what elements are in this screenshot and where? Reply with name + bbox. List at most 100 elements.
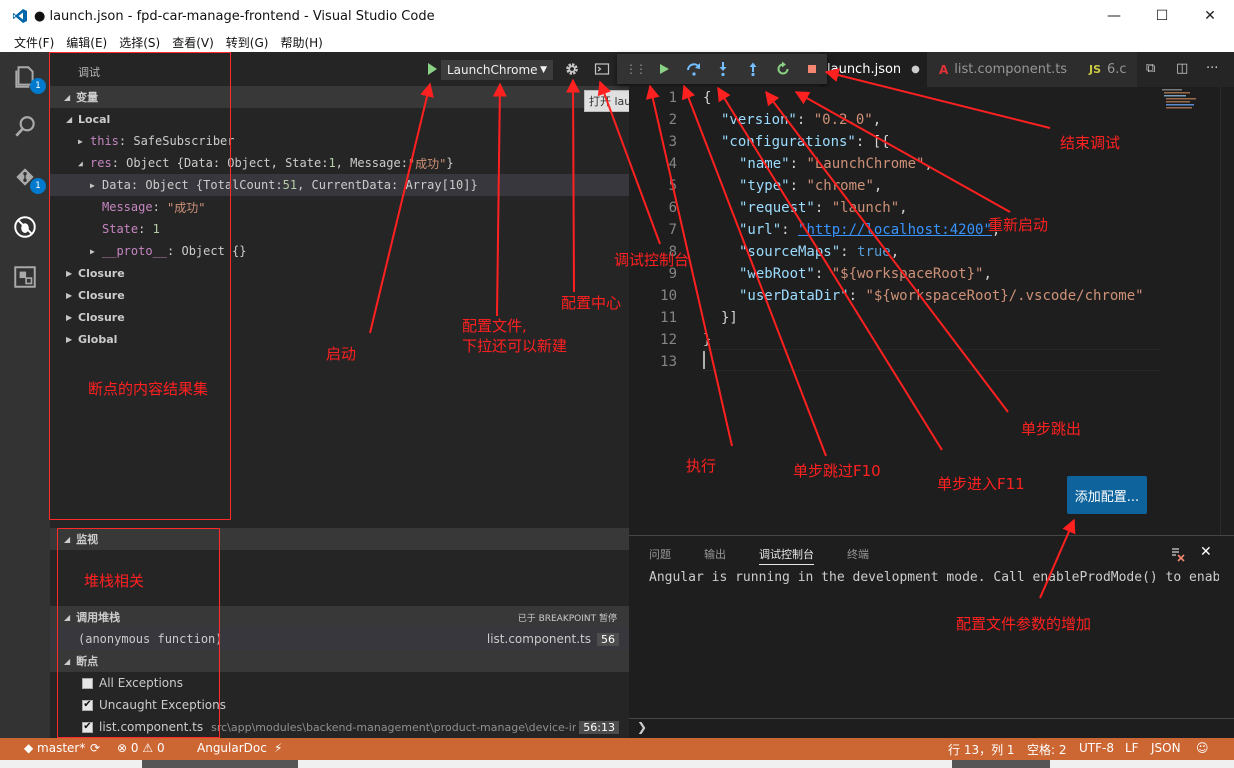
more-actions-icon[interactable]: ··· xyxy=(1206,61,1224,77)
error-icon: ⊗ xyxy=(117,741,128,755)
restart-button[interactable] xyxy=(768,54,798,84)
desktop-background xyxy=(0,760,1234,768)
menu-view[interactable]: 查看(V) xyxy=(166,34,220,51)
code-line: 13 xyxy=(660,354,677,370)
activity-git[interactable]: 1 xyxy=(0,152,50,202)
activity-explorer[interactable]: 1 xyxy=(0,52,50,102)
clear-console-icon[interactable] xyxy=(1170,546,1186,562)
breakpoint-position: 56:13 xyxy=(579,720,619,734)
feedback-smiley-icon[interactable]: ☺ xyxy=(1196,741,1209,755)
annotation-config-file-2: 下拉还可以新建 xyxy=(462,337,568,355)
javascript-icon: JS xyxy=(1089,63,1102,76)
maximize-button[interactable]: ☐ xyxy=(1138,0,1186,32)
debug-icon xyxy=(14,216,36,238)
bottom-panel: 问题 输出 调试控制台 终端 ✕ Angular is running in t… xyxy=(629,535,1234,738)
add-configuration-button[interactable]: 添加配置... xyxy=(1067,476,1147,514)
menu-bar: 文件(F) 编辑(E) 选择(S) 查看(V) 转到(G) 帮助(H) xyxy=(0,32,1234,52)
minimap[interactable] xyxy=(1160,87,1220,535)
split-editor-icon[interactable]: ◫ xyxy=(1176,61,1194,77)
start-debugging-icon[interactable] xyxy=(425,60,439,78)
tab-list-component[interactable]: A list.component.ts xyxy=(927,52,1077,87)
annotation-console: 调试控制台 xyxy=(614,251,690,269)
angulardoc-status[interactable]: AngularDoc xyxy=(197,741,267,755)
continue-icon xyxy=(659,64,669,74)
annotation-box-variables xyxy=(49,52,231,520)
step-out-button[interactable] xyxy=(738,54,768,84)
search-icon xyxy=(15,116,35,137)
step-into-button[interactable] xyxy=(708,54,738,84)
code-line: 10 "userDataDir": "${workspaceRoot}/.vsco… xyxy=(660,288,1144,304)
text-cursor xyxy=(703,351,705,369)
annotation-restart: 重新启动 xyxy=(988,216,1049,234)
continue-button[interactable] xyxy=(649,54,679,84)
stop-button[interactable] xyxy=(797,54,827,84)
annotation-box-stack xyxy=(57,528,220,738)
activity-bar: 1 1 xyxy=(0,52,50,738)
annotation-config-center: 配置中心 xyxy=(561,294,622,312)
line-ending[interactable]: LF xyxy=(1125,741,1139,755)
warning-icon: ⚠ xyxy=(142,741,154,755)
git-branch[interactable]: ◆ master* xyxy=(24,741,85,755)
tab-6c[interactable]: JS 6.c xyxy=(1077,52,1137,87)
code-editor[interactable]: 1{ 2 "version": "0.2.0", 3 "configurations… xyxy=(629,87,1234,535)
menu-edit[interactable]: 编辑(E) xyxy=(60,34,113,51)
annotation-stack: 堆栈相关 xyxy=(84,572,145,590)
menu-selection[interactable]: 选择(S) xyxy=(113,34,166,51)
status-bar: ◆ master* ⟳ ⊗ 0 ⚠ 0 AngularDoc ⚡ 行 13，列 … xyxy=(0,738,1234,760)
menu-help[interactable]: 帮助(H) xyxy=(274,34,328,51)
code-line: 7 "url": "http://localhost:4200", xyxy=(668,222,1001,238)
code-line: 4 "name": "LaunchChrome", xyxy=(668,156,933,172)
problems-count[interactable]: ⊗ 0 ⚠ 0 xyxy=(117,741,165,755)
code-line: 2 "version": "0.2.0", xyxy=(668,112,882,128)
scrollbar[interactable] xyxy=(1220,87,1234,535)
annotation-step-out: 单步跳出 xyxy=(1021,420,1082,438)
language-mode[interactable]: JSON xyxy=(1151,741,1181,755)
stop-icon xyxy=(808,65,817,73)
activity-extensions[interactable] xyxy=(0,252,50,302)
indentation[interactable]: 空格: 2 xyxy=(1027,741,1067,758)
sync-icon[interactable]: ⟳ xyxy=(90,741,100,755)
title-bar: ● launch.json - fpd-car-manage-frontend … xyxy=(0,0,1234,32)
repl-prompt-icon[interactable]: ❯ xyxy=(637,720,647,734)
tab-debug-console[interactable]: 调试控制台 xyxy=(759,546,814,565)
explorer-badge: 1 xyxy=(30,78,46,94)
lightning-icon[interactable]: ⚡ xyxy=(274,741,282,755)
activity-search[interactable] xyxy=(0,102,50,152)
line-badge: 56 xyxy=(597,632,619,646)
annotation-add-params: 配置文件参数的增加 xyxy=(956,615,1092,633)
activity-debug[interactable] xyxy=(0,202,50,252)
code-line: 3 "configurations": [{ xyxy=(668,134,890,150)
close-panel-icon[interactable]: ✕ xyxy=(1200,544,1212,560)
code-line: 5 "type": "chrome", xyxy=(668,178,883,194)
annotation-breakpoint-results: 断点的内容结果集 xyxy=(88,380,209,398)
annotation-step-into: 单步进入F11 xyxy=(937,475,1025,493)
step-into-icon xyxy=(719,62,727,77)
code-line: 11}] xyxy=(660,310,738,326)
open-changes-icon[interactable]: ⧉ xyxy=(1146,61,1164,77)
current-line-highlight xyxy=(703,349,1161,371)
breakpoint-path: src\app\modules\backend-management\produ… xyxy=(211,720,577,734)
tab-launch-json[interactable]: launch.json ● xyxy=(819,52,927,87)
gear-icon[interactable] xyxy=(564,61,580,77)
chevron-down-icon: ▼ xyxy=(540,65,547,75)
cursor-position[interactable]: 行 13，列 1 xyxy=(948,741,1015,758)
tab-output[interactable]: 输出 xyxy=(704,546,726,562)
menu-goto[interactable]: 转到(G) xyxy=(220,34,275,51)
debug-console-icon[interactable] xyxy=(594,61,610,77)
menu-file[interactable]: 文件(F) xyxy=(0,34,60,51)
encoding[interactable]: UTF-8 xyxy=(1079,741,1114,755)
vscode-logo-icon xyxy=(13,9,27,23)
modified-dot-icon: ● xyxy=(911,64,920,75)
tab-problems[interactable]: 问题 xyxy=(649,546,671,562)
step-over-icon xyxy=(686,63,700,76)
tab-terminal[interactable]: 终端 xyxy=(847,546,869,562)
console-output: Angular is running in the development mo… xyxy=(649,570,1219,585)
close-window-button[interactable]: ✕ xyxy=(1186,0,1234,32)
window-title: ● launch.json - fpd-car-manage-frontend … xyxy=(34,8,435,24)
minimize-button[interactable]: — xyxy=(1090,0,1138,32)
step-over-button[interactable] xyxy=(679,54,709,84)
annotation-step-over: 单步跳过F10 xyxy=(793,462,881,480)
drag-handle-icon[interactable]: ⋮⋮ xyxy=(625,62,647,76)
launch-config-select[interactable]: LaunchChrome ▼ xyxy=(441,60,553,80)
code-line: 6 "request": "launch", xyxy=(668,200,908,216)
